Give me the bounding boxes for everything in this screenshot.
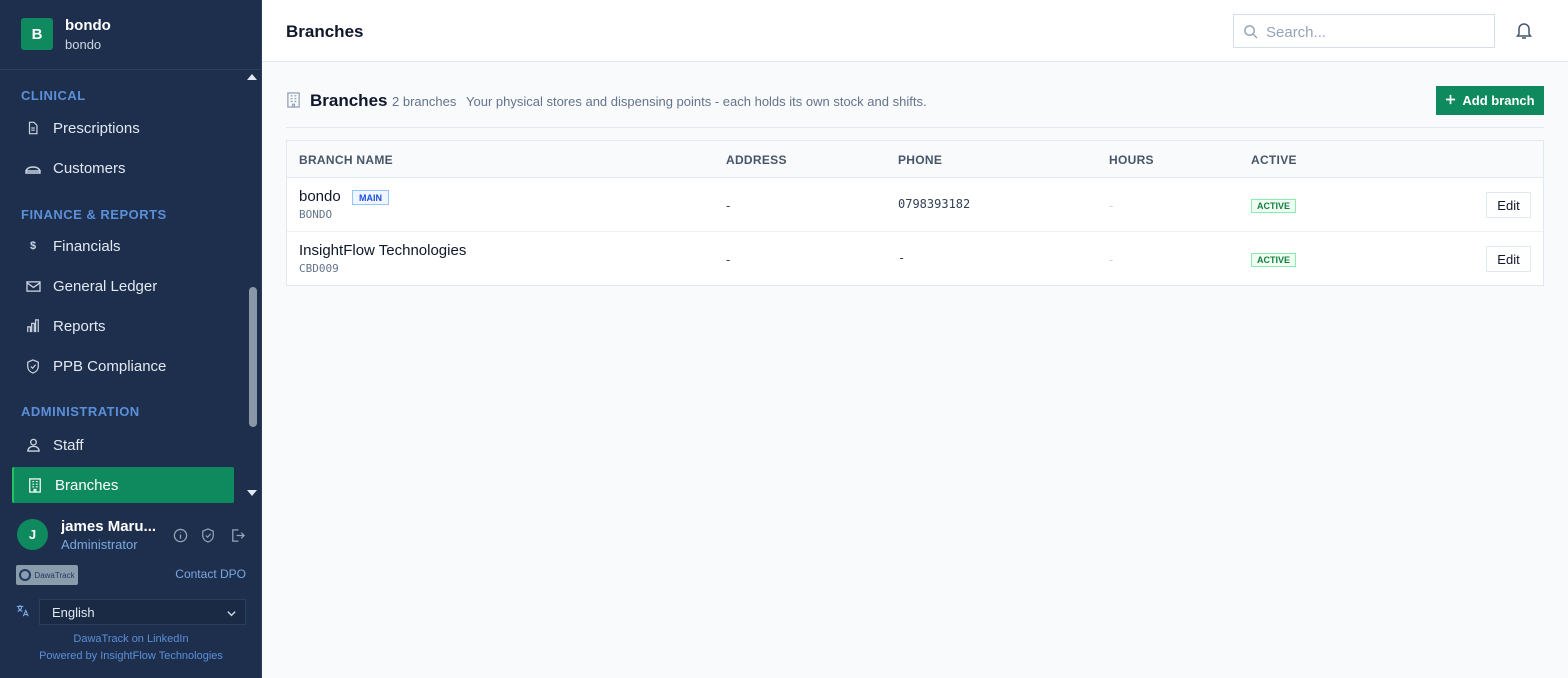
section-description: Your physical stores and dispensing poin… [466, 94, 927, 109]
user-name: james Maru... [61, 518, 157, 535]
topbar: Branches [262, 0, 1568, 62]
branch-hours: - [1109, 252, 1114, 267]
powered-by-link[interactable]: Powered by InsightFlow Technologies [0, 650, 262, 662]
branch-code: BONDO [299, 208, 333, 221]
logo-text: DawaTrack [34, 570, 75, 580]
add-branch-button[interactable]: Add branch [1436, 86, 1544, 115]
table-header: BRANCH NAME ADDRESS PHONE HOURS ACTIVE [287, 141, 1543, 178]
section-title: Branches [310, 91, 388, 110]
building-icon [27, 477, 43, 493]
chevron-down-icon [226, 607, 237, 622]
logo-row: DawaTrack Contact DPO [16, 565, 246, 585]
plus-icon [1445, 93, 1456, 108]
status-badge: ACTIVE [1251, 199, 1297, 213]
sidebar-item-label: Customers [53, 159, 126, 177]
sidebar-item-staff[interactable]: Staff [12, 427, 234, 463]
sidebar-item-label: Branches [55, 476, 119, 494]
user-profile: J james Maru... Administrator [0, 505, 262, 565]
main-badge: MAIN [352, 190, 389, 205]
add-branch-label: Add branch [1462, 93, 1535, 108]
brand-name: bondo [65, 17, 111, 34]
section-label-administration: ADMINISTRATION [21, 404, 140, 419]
sidebar-item-prescriptions[interactable]: Prescriptions [12, 110, 234, 146]
branch-hours: - [1109, 198, 1114, 213]
search-icon [1243, 24, 1258, 44]
sidebar-nav: CLINICAL Prescriptions Customers FINANCE… [0, 70, 262, 505]
linkedin-link[interactable]: DawaTrack on LinkedIn [0, 633, 262, 645]
shield-check-icon [25, 358, 41, 374]
branch-name: InsightFlow Technologies [299, 242, 467, 259]
sidebar-item-general-ledger[interactable]: General Ledger [12, 268, 234, 304]
sidebar-item-label: General Ledger [53, 277, 158, 295]
column-header-hours: HOURS [1109, 153, 1154, 167]
edit-button[interactable]: Edit [1486, 246, 1531, 272]
branch-name: bondo [299, 188, 341, 205]
sidebar-item-ppb-compliance[interactable]: PPB Compliance [12, 348, 234, 384]
table-row[interactable]: InsightFlow Technologies CBD009 - - - AC… [287, 232, 1543, 286]
brand-logo-badge: B [21, 18, 53, 50]
column-header-phone: PHONE [898, 153, 943, 167]
sidebar: B bondo bondo CLINICAL Prescriptions Cus… [0, 0, 262, 678]
building-icon [286, 92, 301, 113]
customers-icon [25, 160, 41, 176]
contact-dpo-link[interactable]: Contact DPO [175, 567, 246, 581]
branch-phone: 0798393182 [898, 197, 971, 211]
language-value: English [52, 604, 95, 620]
sidebar-item-label: Prescriptions [53, 119, 140, 137]
branch-address: - [726, 252, 731, 267]
status-badge: ACTIVE [1251, 253, 1297, 267]
bar-chart-icon [25, 318, 41, 334]
language-row: English [16, 599, 246, 625]
sidebar-item-customers[interactable]: Customers [12, 150, 234, 186]
search-box[interactable] [1233, 14, 1495, 48]
branch-code: CBD009 [299, 262, 339, 275]
dawatrack-logo: DawaTrack [16, 565, 78, 585]
sidebar-item-reports[interactable]: Reports [12, 308, 234, 344]
section-label-finance-reports: FINANCE & REPORTS [21, 207, 167, 222]
sidebar-scrollbar-thumb[interactable] [249, 287, 257, 427]
avatar[interactable]: J [17, 519, 48, 550]
branches-table: BRANCH NAME ADDRESS PHONE HOURS ACTIVE b… [286, 140, 1544, 286]
user-role: Administrator [61, 537, 138, 552]
branch-phone: - [898, 251, 906, 265]
column-header-branch-name: BRANCH NAME [299, 153, 393, 167]
edit-button[interactable]: Edit [1486, 192, 1531, 218]
ledger-icon [25, 278, 41, 294]
logout-icon[interactable] [229, 527, 245, 543]
table-row[interactable]: bondo MAIN BONDO - 0798393182 - ACTIVE E… [287, 178, 1543, 232]
content-header: Branches 2 branches Your physical stores… [286, 86, 1544, 128]
dollar-icon: $ [29, 240, 37, 252]
sidebar-item-label: Financials [53, 237, 121, 255]
scroll-down-arrow[interactable] [247, 490, 257, 496]
translate-icon [16, 604, 29, 620]
branch-count: 2 branches [392, 94, 457, 109]
logo-mark-icon [19, 569, 32, 581]
column-header-active: ACTIVE [1251, 153, 1297, 167]
brand-header[interactable]: B bondo bondo [0, 0, 262, 70]
info-icon[interactable] [172, 527, 188, 543]
branch-address: - [726, 198, 731, 213]
scroll-up-arrow[interactable] [247, 74, 257, 80]
brand-subtitle: bondo [65, 37, 102, 52]
section-label-clinical: CLINICAL [21, 88, 86, 103]
users-icon [25, 437, 41, 453]
shield-icon[interactable] [200, 527, 216, 543]
document-icon [25, 120, 41, 136]
search-input[interactable] [1266, 22, 1486, 42]
sidebar-item-label: Staff [53, 436, 84, 454]
sidebar-item-branches[interactable]: Branches [12, 467, 234, 503]
sidebar-item-label: PPB Compliance [53, 357, 167, 375]
column-header-address: ADDRESS [726, 153, 787, 167]
language-select[interactable]: English [39, 599, 246, 625]
page-title: Branches [286, 22, 364, 41]
sidebar-item-label: Reports [53, 317, 106, 335]
bell-icon[interactable] [1515, 21, 1533, 45]
sidebar-item-financials[interactable]: $ Financials [12, 228, 234, 264]
